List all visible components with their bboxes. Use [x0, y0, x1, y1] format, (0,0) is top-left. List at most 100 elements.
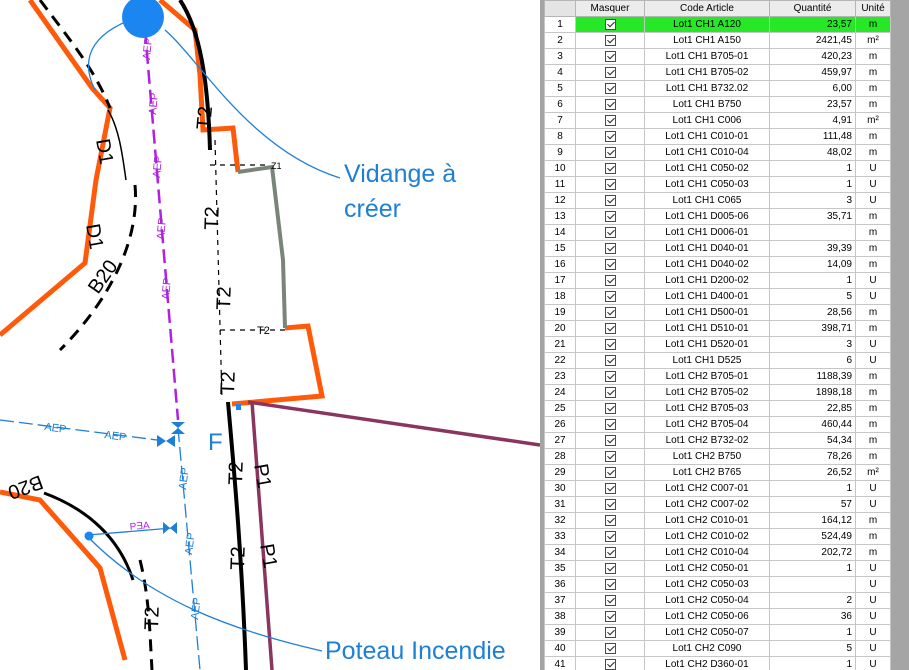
masquer-checkbox[interactable]	[604, 242, 616, 254]
code-article-cell[interactable]: Lot1 CH2 B705-03	[644, 400, 770, 417]
quantite-cell[interactable]: 459,97	[769, 64, 856, 81]
table-row[interactable]: 27 Lot1 CH2 B732-02 54,34 m	[544, 432, 891, 449]
code-article-cell[interactable]: Lot1 CH2 C050-04	[644, 592, 770, 609]
masquer-checkbox[interactable]	[604, 50, 616, 62]
table-row[interactable]: 16 Lot1 CH1 D040-02 14,09 m	[544, 256, 891, 273]
unite-cell[interactable]: m²	[855, 32, 891, 49]
unite-cell[interactable]: U	[855, 336, 891, 353]
unite-cell[interactable]: U	[855, 656, 891, 670]
table-row[interactable]: 38 Lot1 CH2 C050-06 36 U	[544, 608, 891, 625]
table-row[interactable]: 40 Lot1 CH2 C090 5 U	[544, 640, 891, 657]
row-number[interactable]: 6	[544, 96, 576, 113]
table-row[interactable]: 25 Lot1 CH2 B705-03 22,85 m	[544, 400, 891, 417]
table-row[interactable]: 19 Lot1 CH1 D500-01 28,56 m	[544, 304, 891, 321]
row-number[interactable]: 26	[544, 416, 576, 433]
masquer-checkbox[interactable]	[604, 290, 616, 302]
table-row[interactable]: 2 Lot1 CH1 A150 2421,45 m²	[544, 32, 891, 49]
code-article-cell[interactable]: Lot1 CH1 B705-02	[644, 64, 770, 81]
code-article-cell[interactable]: Lot1 CH1 C050-02	[644, 160, 770, 177]
code-article-cell[interactable]: Lot1 CH2 B705-01	[644, 368, 770, 385]
code-article-cell[interactable]: Lot1 CH2 C050-06	[644, 608, 770, 625]
masquer-checkbox[interactable]	[604, 82, 616, 94]
column-header-code-article[interactable]: Code Article	[644, 0, 770, 17]
row-number[interactable]: 24	[544, 384, 576, 401]
quantite-cell[interactable]: 420,23	[769, 48, 856, 65]
masquer-checkbox[interactable]	[604, 402, 616, 414]
table-row[interactable]: 11 Lot1 CH1 C050-03 1 U	[544, 176, 891, 193]
masquer-checkbox[interactable]	[604, 498, 616, 510]
quantite-cell[interactable]: 23,57	[769, 16, 856, 33]
masquer-checkbox[interactable]	[604, 482, 616, 494]
table-row[interactable]: 14 Lot1 CH1 D006-01 m	[544, 224, 891, 241]
masquer-checkbox[interactable]	[604, 258, 616, 270]
column-header-quantite[interactable]: Quantité	[769, 0, 856, 17]
unite-cell[interactable]: m	[855, 448, 891, 465]
row-number[interactable]: 10	[544, 160, 576, 177]
quantite-cell[interactable]: 35,71	[769, 208, 856, 225]
masquer-checkbox[interactable]	[604, 130, 616, 142]
row-number[interactable]: 11	[544, 176, 576, 193]
row-number[interactable]: 39	[544, 624, 576, 641]
unite-cell[interactable]: m	[855, 64, 891, 81]
quantite-cell[interactable]: 14,09	[769, 256, 856, 273]
quantite-cell[interactable]: 2421,45	[769, 32, 856, 49]
table-row[interactable]: 23 Lot1 CH2 B705-01 1188,39 m	[544, 368, 891, 385]
table-row[interactable]: 26 Lot1 CH2 B705-04 460,44 m	[544, 416, 891, 433]
code-article-cell[interactable]: Lot1 CH1 C010-04	[644, 144, 770, 161]
quantite-cell[interactable]: 5	[769, 288, 856, 305]
code-article-cell[interactable]: Lot1 CH1 D040-01	[644, 240, 770, 257]
quantite-cell[interactable]: 1	[769, 656, 856, 670]
row-number[interactable]: 18	[544, 288, 576, 305]
table-row[interactable]: 7 Lot1 CH1 C006 4,91 m²	[544, 112, 891, 129]
code-article-cell[interactable]: Lot1 CH2 C007-02	[644, 496, 770, 513]
unite-cell[interactable]: m	[855, 368, 891, 385]
masquer-checkbox[interactable]	[604, 642, 616, 654]
quantite-cell[interactable]: 57	[769, 496, 856, 513]
table-row[interactable]: 9 Lot1 CH1 C010-04 48,02 m	[544, 144, 891, 161]
unite-cell[interactable]: m	[855, 304, 891, 321]
code-article-cell[interactable]: Lot1 CH2 C050-03	[644, 576, 770, 593]
row-number[interactable]: 7	[544, 112, 576, 129]
code-article-cell[interactable]: Lot1 CH1 D500-01	[644, 304, 770, 321]
table-row[interactable]: 12 Lot1 CH1 C065 3 U	[544, 192, 891, 209]
row-number[interactable]: 20	[544, 320, 576, 337]
unite-cell[interactable]: U	[855, 496, 891, 513]
unite-cell[interactable]: m	[855, 144, 891, 161]
code-article-cell[interactable]: Lot1 CH1 C050-03	[644, 176, 770, 193]
unite-cell[interactable]: m	[855, 96, 891, 113]
masquer-checkbox[interactable]	[604, 178, 616, 190]
table-row[interactable]: 31 Lot1 CH2 C007-02 57 U	[544, 496, 891, 513]
table-row[interactable]: 24 Lot1 CH2 B705-02 1898,18 m	[544, 384, 891, 401]
row-number[interactable]: 30	[544, 480, 576, 497]
table-row[interactable]: 10 Lot1 CH1 C050-02 1 U	[544, 160, 891, 177]
table-row[interactable]: 30 Lot1 CH2 C007-01 1 U	[544, 480, 891, 497]
table-row[interactable]: 6 Lot1 CH1 B750 23,57 m	[544, 96, 891, 113]
masquer-checkbox[interactable]	[604, 546, 616, 558]
unite-cell[interactable]: m	[855, 432, 891, 449]
quantite-cell[interactable]: 26,52	[769, 464, 856, 481]
code-article-cell[interactable]: Lot1 CH1 D520-01	[644, 336, 770, 353]
unite-cell[interactable]: m	[855, 400, 891, 417]
table-row[interactable]: 3 Lot1 CH1 B705-01 420,23 m	[544, 48, 891, 65]
unite-cell[interactable]: m	[855, 128, 891, 145]
row-number[interactable]: 23	[544, 368, 576, 385]
grid-corner-cell[interactable]	[544, 0, 576, 17]
code-article-cell[interactable]: Lot1 CH2 B750	[644, 448, 770, 465]
table-row[interactable]: 33 Lot1 CH2 C010-02 524,49 m	[544, 528, 891, 545]
unite-cell[interactable]: m²	[855, 112, 891, 129]
masquer-checkbox[interactable]	[604, 338, 616, 350]
quantite-cell[interactable]: 39,39	[769, 240, 856, 257]
table-row[interactable]: 34 Lot1 CH2 C010-04 202,72 m	[544, 544, 891, 561]
unite-cell[interactable]: U	[855, 608, 891, 625]
code-article-cell[interactable]: Lot1 CH1 D400-01	[644, 288, 770, 305]
quantite-cell[interactable]: 23,57	[769, 96, 856, 113]
row-number[interactable]: 35	[544, 560, 576, 577]
row-number[interactable]: 37	[544, 592, 576, 609]
table-row[interactable]: 20 Lot1 CH1 D510-01 398,71 m	[544, 320, 891, 337]
masquer-checkbox[interactable]	[604, 274, 616, 286]
code-article-cell[interactable]: Lot1 CH1 C010-01	[644, 128, 770, 145]
code-article-cell[interactable]: Lot1 CH2 C050-01	[644, 560, 770, 577]
code-article-cell[interactable]: Lot1 CH1 B705-01	[644, 48, 770, 65]
quantite-cell[interactable]: 1898,18	[769, 384, 856, 401]
row-number[interactable]: 17	[544, 272, 576, 289]
